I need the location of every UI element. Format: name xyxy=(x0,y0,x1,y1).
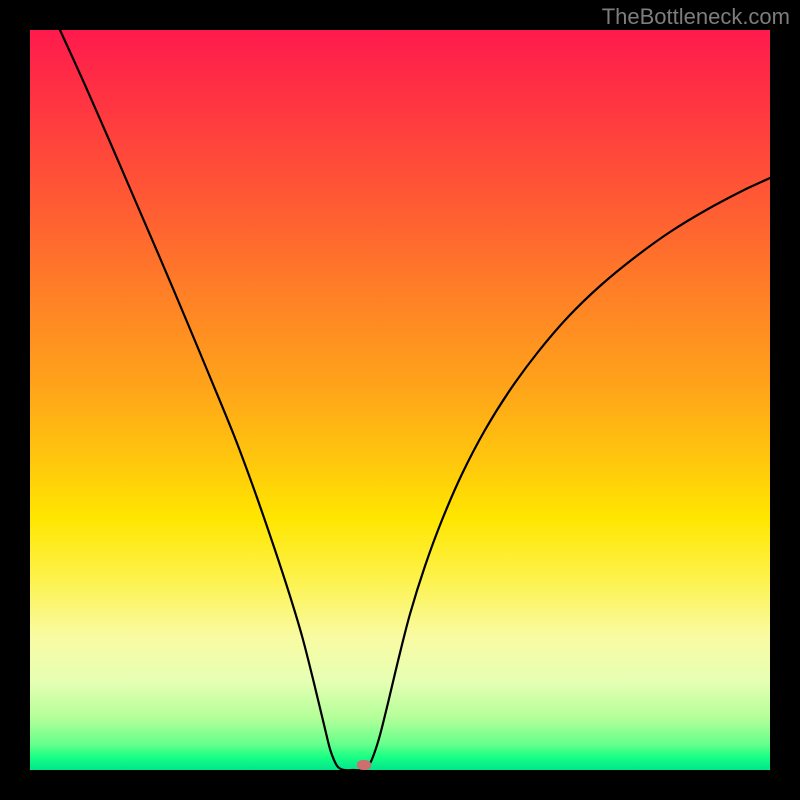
outer-frame: TheBottleneck.com xyxy=(0,0,800,800)
indicator-dot xyxy=(357,760,371,770)
curve-svg xyxy=(30,30,770,770)
attribution-text: TheBottleneck.com xyxy=(602,4,790,30)
plot-area xyxy=(30,30,770,770)
bottleneck-curve xyxy=(60,30,770,770)
